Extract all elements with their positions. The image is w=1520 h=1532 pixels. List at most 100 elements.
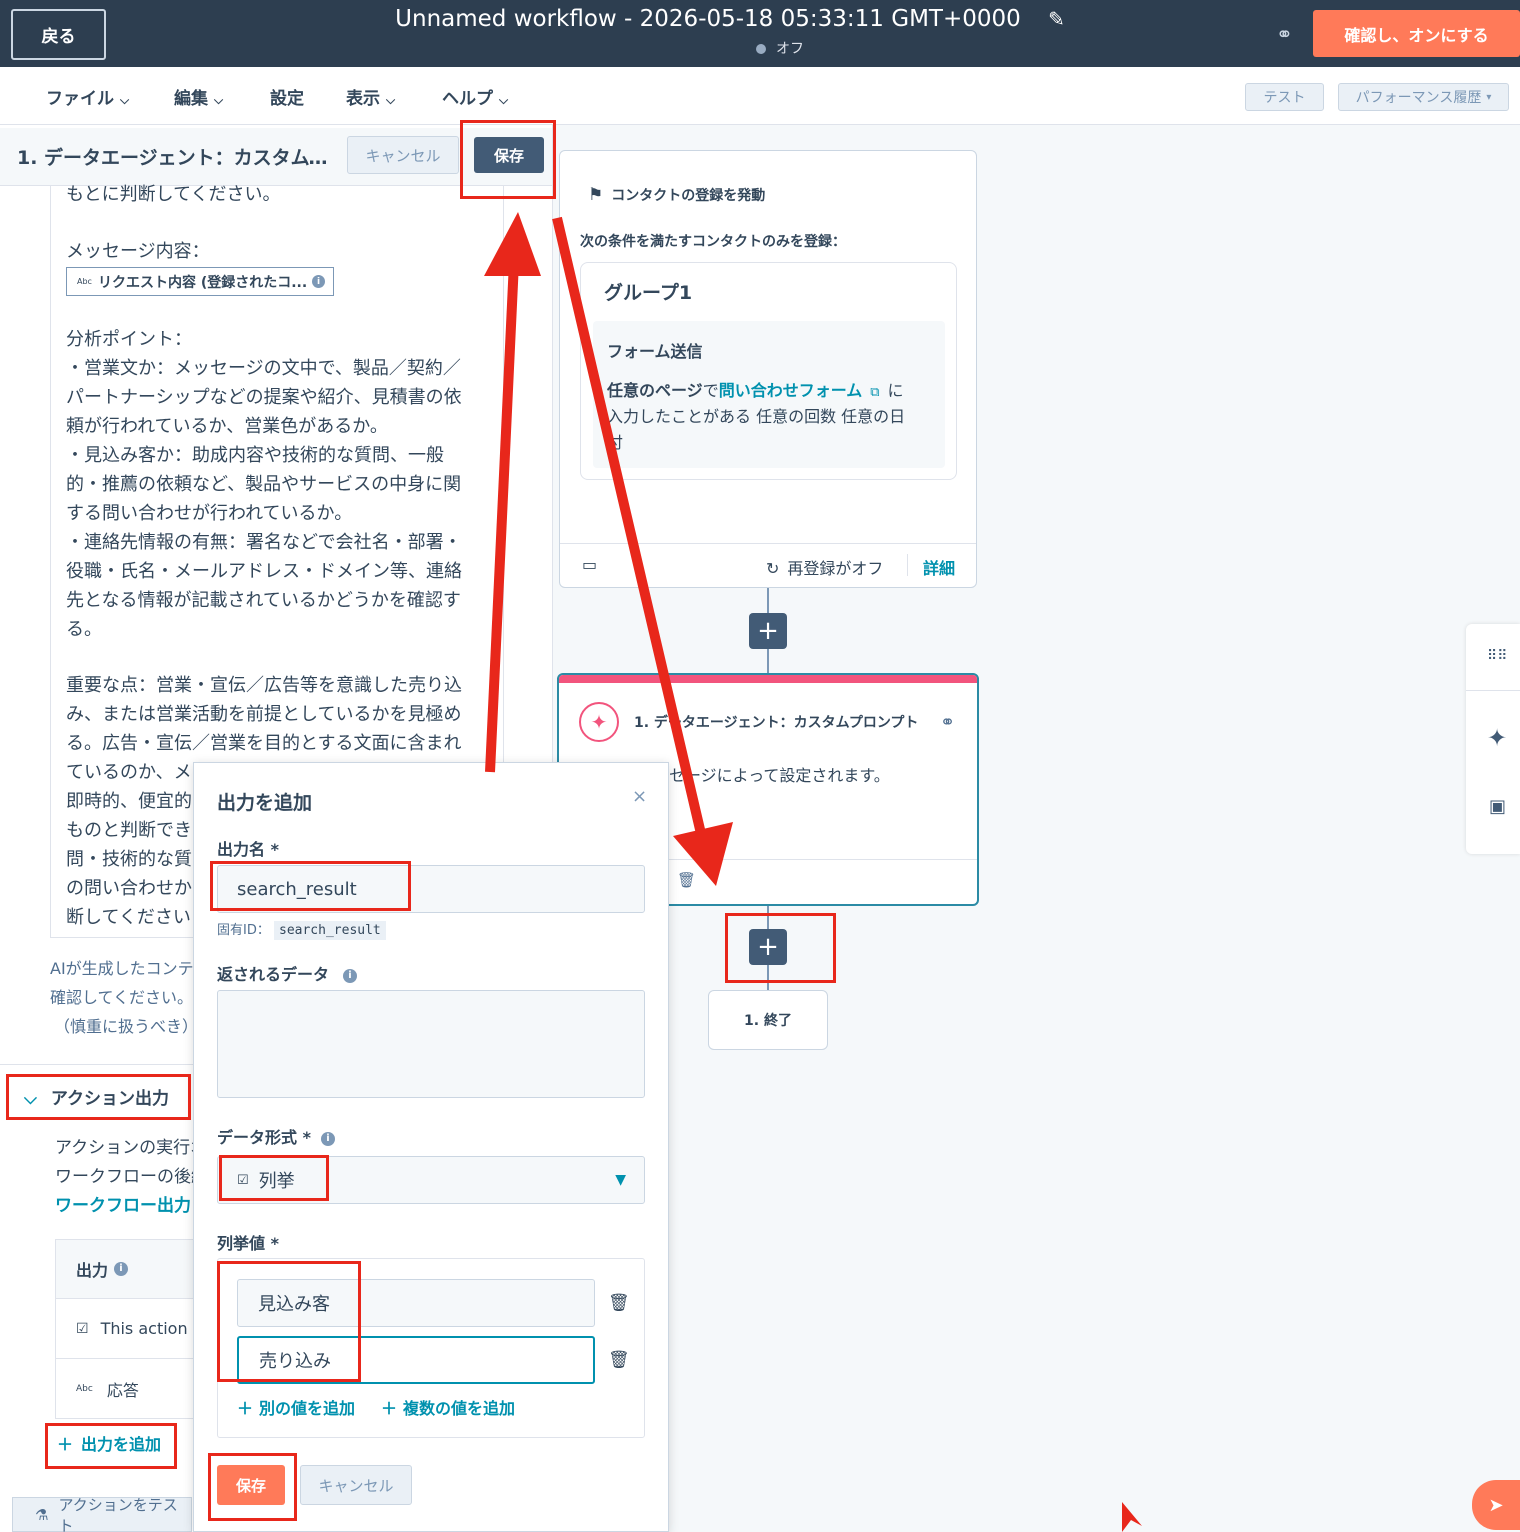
unique-id: 固有ID： search_result bbox=[217, 919, 386, 940]
back-button[interactable]: 戻る bbox=[11, 9, 106, 60]
prompt-line: 重要な点：営業・宣伝／広告等を意識した売り込 bbox=[66, 675, 462, 696]
action-output-toggle[interactable]: ⌵ アクション出力 bbox=[24, 1084, 169, 1109]
pencil-icon[interactable]: ✎ bbox=[1048, 7, 1065, 31]
menu-edit-label: 編集 bbox=[174, 89, 208, 109]
unique-id-value: search_result bbox=[274, 921, 386, 940]
menu-view-label: 表示 bbox=[346, 89, 380, 109]
prompt-line: する問い合わせが行われているか。 bbox=[66, 503, 353, 524]
close-icon[interactable]: × bbox=[632, 786, 647, 807]
output-row-label: 応答 bbox=[106, 1380, 139, 1400]
enum-icon: ☑ bbox=[76, 1320, 89, 1337]
prompt-line: る。広告・宣伝／営業を目的とする文面に含まれ bbox=[66, 733, 462, 754]
add-step-button[interactable]: + bbox=[749, 613, 787, 649]
enum-value-input[interactable]: 見込み客 bbox=[237, 1279, 595, 1327]
returned-data-textarea[interactable] bbox=[217, 990, 645, 1098]
mouse-cursor-icon bbox=[1122, 1502, 1142, 1532]
reenroll-status: ↻ 再登録がオフ bbox=[766, 555, 883, 579]
prompt-line: 的・推薦の依頼など、製品やサービスの中身に関 bbox=[66, 474, 462, 495]
sparkle-icon: ✦ bbox=[579, 702, 619, 742]
filter-title: フォーム送信 bbox=[607, 342, 703, 361]
chevron-down-icon: ⌵ bbox=[499, 93, 509, 107]
add-multiple-label: 複数の値を追加 bbox=[403, 1399, 516, 1418]
chevron-down-icon: ⌵ bbox=[24, 1089, 37, 1109]
output-header-label: 出力 bbox=[76, 1261, 109, 1280]
action-card-body: セージによって設定されます。 bbox=[669, 766, 890, 785]
add-output-link[interactable]: ＋ 出力を追加 bbox=[57, 1431, 161, 1455]
end-card[interactable]: 1. 終了 bbox=[708, 990, 828, 1050]
menu-edit[interactable]: 編集 ⌵ bbox=[174, 84, 223, 109]
returned-data-text: 返されるデータ bbox=[217, 965, 330, 984]
status-text: オフ bbox=[776, 41, 804, 57]
card-divider bbox=[669, 859, 977, 860]
workflow-output-link[interactable]: ワークフロー出力 bbox=[55, 1192, 195, 1221]
add-output-label: 出力を追加 bbox=[81, 1435, 162, 1454]
filter-line: 任意のページで問い合わせフォーム ⧉ に bbox=[607, 377, 904, 401]
group-title: グループ1 bbox=[604, 282, 693, 304]
menu-file[interactable]: ファイル ⌵ bbox=[46, 84, 129, 109]
prompt-line: ・見込み客か：助成内容や技術的な質問、一般 bbox=[66, 445, 444, 466]
external-link-icon: ⧉ bbox=[870, 385, 880, 400]
output-table-header: 出力 i bbox=[56, 1240, 194, 1299]
property-token-label: リクエスト内容 (登録されたコ... bbox=[97, 274, 308, 291]
action-card-accent bbox=[559, 675, 977, 683]
add-step-button[interactable]: + bbox=[749, 929, 787, 965]
filter-line-2: 入力したことがある 任意の回数 任意の日 bbox=[607, 407, 906, 426]
plus-icon: ＋ bbox=[57, 1435, 74, 1454]
data-format-select[interactable]: ☑ 列挙 ▼ bbox=[217, 1156, 645, 1204]
panel-cancel-button[interactable]: キャンセル bbox=[347, 136, 459, 174]
comment-icon[interactable]: ▣ bbox=[1489, 796, 1506, 817]
link-icon[interactable]: ⚭ bbox=[1276, 22, 1293, 46]
add-multiple-values-link[interactable]: ＋ 複数の値を追加 bbox=[381, 1395, 515, 1419]
menu-view[interactable]: 表示 ⌵ bbox=[346, 84, 395, 109]
ai-note-line: （慎重に扱うべき） bbox=[54, 1017, 199, 1036]
performance-history-button[interactable]: パフォーマンス履歴 ▾ bbox=[1338, 83, 1509, 111]
performance-history-label: パフォーマンス履歴 bbox=[1355, 90, 1482, 106]
send-icon[interactable]: ➤ bbox=[1472, 1480, 1520, 1530]
trigger-title: ⚑ コンタクトの登録を発動 bbox=[588, 185, 765, 205]
action-desc-line: アクションの実行オ bbox=[55, 1138, 195, 1158]
test-button[interactable]: テスト bbox=[1245, 83, 1324, 111]
chevron-down-icon: ⌵ bbox=[386, 93, 396, 107]
add-value-link[interactable]: ＋ 別の値を追加 bbox=[237, 1395, 355, 1419]
test-action-button[interactable]: ⚗ アクションをテスト bbox=[12, 1495, 192, 1532]
flag-icon: ⚑ bbox=[588, 185, 604, 205]
clipboard-icon[interactable]: ▭ bbox=[582, 555, 597, 574]
prompt-line: 役職・氏名・メールアドレス・ドメイン等、連絡 bbox=[66, 561, 462, 582]
plus-icon: ＋ bbox=[237, 1399, 254, 1418]
link-icon[interactable]: ⚭ bbox=[940, 712, 955, 733]
menu-file-label: ファイル bbox=[46, 89, 114, 109]
menu-settings[interactable]: 設定 bbox=[270, 84, 304, 109]
form-link[interactable]: 問い合わせフォーム bbox=[719, 381, 863, 400]
workflow-title[interactable]: Unnamed workflow - 2026-05-18 05:33:11 G… bbox=[380, 6, 1080, 32]
text-type-icon: Abc bbox=[77, 277, 92, 286]
enum-value-input[interactable]: 売り込み bbox=[237, 1336, 595, 1384]
output-name-input[interactable]: search_result bbox=[217, 865, 645, 913]
action-card-title: 1. データエージェント：カスタムプロンプト bbox=[634, 715, 919, 731]
table-row[interactable]: Abc 応答 bbox=[56, 1359, 194, 1418]
ai-sparkle-icon[interactable]: ✦ bbox=[1487, 724, 1507, 752]
caret-down-icon: ▾ bbox=[1486, 91, 1492, 103]
modal-cancel-button[interactable]: キャンセル bbox=[300, 1465, 412, 1505]
output-table: 出力 i ☑ This action Abc 応答 bbox=[55, 1239, 195, 1419]
filter-suffix: に bbox=[887, 381, 904, 400]
data-format-text: データ形式 * bbox=[217, 1128, 311, 1147]
prompt-line: もとに判断してください。 bbox=[66, 184, 281, 205]
trash-icon[interactable]: 🗑 bbox=[608, 1350, 630, 1370]
ai-note-line: 確認してください。 bbox=[50, 988, 194, 1007]
table-row[interactable]: ☑ This action bbox=[56, 1299, 194, 1359]
grid-icon[interactable]: ⠿⠿ bbox=[1487, 648, 1508, 664]
flask-icon: ⚗ bbox=[35, 1505, 49, 1524]
panel-save-button[interactable]: 保存 bbox=[474, 137, 544, 173]
property-token[interactable]: Abc リクエスト内容 (登録されたコ... i bbox=[66, 267, 334, 296]
trash-icon[interactable]: 🗑 bbox=[608, 1293, 630, 1313]
menu-help[interactable]: ヘルプ ⌵ bbox=[442, 84, 508, 109]
test-action-label: アクションをテスト bbox=[58, 1495, 178, 1532]
add-value-label: 別の値を追加 bbox=[259, 1399, 356, 1418]
details-link[interactable]: 詳細 bbox=[923, 555, 955, 579]
confirm-turn-on-button[interactable]: 確認し、オンにする bbox=[1313, 10, 1520, 57]
trash-icon[interactable]: 🗑 bbox=[677, 871, 696, 889]
filter-mid: で bbox=[702, 381, 719, 400]
modal-save-button[interactable]: 保存 bbox=[217, 1465, 285, 1505]
plus-icon: + bbox=[757, 932, 779, 962]
caret-down-icon: ▼ bbox=[615, 1172, 626, 1188]
